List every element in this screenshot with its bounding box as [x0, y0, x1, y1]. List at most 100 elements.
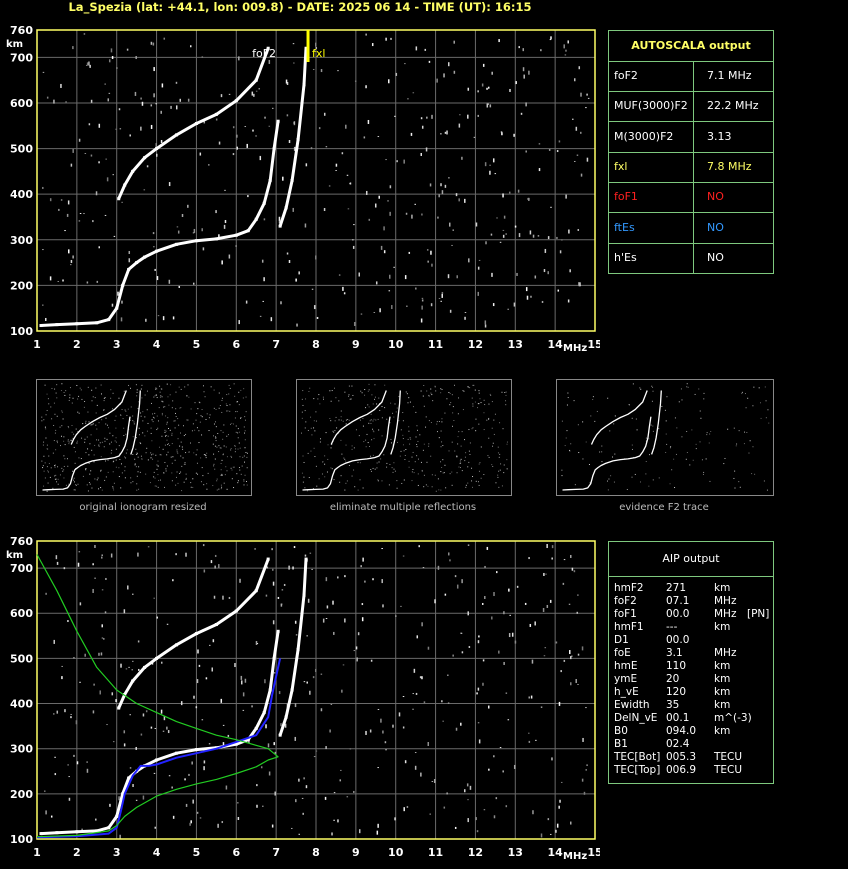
thumb-noise	[468, 461, 470, 463]
noise-dot	[218, 141, 221, 145]
thumb-noise	[430, 388, 432, 390]
noise-dot	[466, 783, 469, 787]
thumb-noise	[234, 451, 236, 453]
trace-point	[234, 99, 238, 103]
thumb-noise	[166, 465, 168, 467]
noise-dot	[486, 546, 489, 550]
noise-dot	[570, 656, 572, 660]
thumb-noise	[649, 454, 651, 456]
thumb-noise	[426, 461, 428, 463]
thumb-noise	[444, 412, 446, 414]
noise-dot	[213, 595, 216, 599]
noise-dot	[119, 128, 122, 130]
noise-dot	[419, 676, 422, 679]
thumb-noise	[582, 458, 584, 460]
thumb-noise	[124, 466, 126, 468]
noise-dot	[531, 659, 534, 664]
noise-dot	[421, 299, 424, 302]
thumb-noise	[159, 396, 161, 398]
thumb-noise	[118, 476, 120, 478]
thumb-noise	[243, 484, 245, 486]
thumb-noise	[745, 407, 747, 409]
noise-dot	[244, 126, 247, 128]
noise-dot	[464, 789, 466, 793]
thumb-noise	[152, 413, 154, 415]
aip-cell: MHz	[714, 608, 737, 620]
noise-dot	[333, 631, 335, 635]
thumb-noise	[46, 409, 48, 411]
noise-dot	[367, 119, 370, 124]
noise-dot	[403, 807, 405, 812]
thumb-noise	[75, 428, 77, 430]
thumb-noise	[661, 405, 663, 407]
noise-dot	[508, 633, 511, 638]
thumb-noise	[111, 449, 113, 451]
thumb-noise	[362, 417, 364, 419]
noise-dot	[340, 769, 342, 771]
thumb-noise	[240, 473, 242, 475]
autoscala-label-hes: h'Es	[614, 250, 637, 264]
noise-dot	[389, 185, 392, 189]
noise-dot	[395, 615, 397, 617]
noise-dot	[310, 147, 313, 150]
thumb-noise	[353, 469, 355, 471]
thumb-noise	[435, 390, 437, 392]
thumb-noise	[78, 457, 80, 459]
thumb-noise	[242, 397, 244, 399]
thumb-noise	[44, 426, 46, 428]
thumb-noise	[491, 427, 493, 429]
noise-dot	[394, 115, 396, 117]
noise-dot	[58, 208, 60, 211]
noise-dot	[205, 677, 208, 680]
thumb-noise	[357, 489, 359, 491]
noise-dot	[499, 747, 502, 749]
noise-dot	[361, 617, 364, 622]
noise-dot	[447, 674, 449, 676]
autoscala-label-fxl: fxl	[614, 159, 628, 173]
thumb-noise	[64, 444, 66, 446]
thumb-noise	[475, 418, 477, 420]
thumb-noise	[348, 464, 350, 466]
noise-dot	[549, 39, 552, 41]
aip-cell: km	[714, 686, 731, 698]
thumb-noise	[132, 481, 134, 483]
thumb-noise	[419, 434, 421, 436]
noise-dot	[152, 232, 155, 235]
thumb-noise	[301, 432, 303, 434]
noise-dot	[427, 646, 430, 650]
autoscala-label-muf3000f2: MUF(3000)F2	[614, 99, 688, 113]
thumb-noise	[405, 391, 407, 393]
noise-dot	[488, 768, 490, 771]
thumb-noise	[471, 486, 473, 488]
noise-dot	[543, 572, 545, 576]
trace-point	[290, 688, 294, 692]
noise-dot	[481, 83, 484, 87]
noise-dot	[475, 222, 478, 227]
thumb-noise	[747, 397, 749, 399]
thumb-noise	[169, 394, 171, 396]
noise-dot	[494, 173, 497, 175]
noise-dot	[524, 602, 527, 605]
thumb-noise	[218, 392, 220, 394]
thumb-noise	[676, 427, 678, 429]
noise-dot	[295, 278, 297, 282]
thumb-noise	[464, 456, 466, 458]
noise-dot	[44, 790, 46, 792]
aip-cell: km	[714, 725, 731, 737]
noise-dot	[390, 37, 392, 40]
thumb-noise	[465, 484, 467, 486]
noise-dot	[325, 746, 327, 750]
noise-dot	[356, 657, 358, 662]
thumb-noise	[506, 441, 508, 443]
noise-dot	[309, 690, 311, 695]
noise-dot	[558, 140, 561, 143]
noise-dot	[272, 581, 275, 586]
thumb-noise	[72, 397, 74, 399]
thumb-noise	[124, 409, 126, 411]
noise-dot	[101, 637, 104, 639]
noise-dot	[522, 67, 525, 72]
thumb-noise	[567, 397, 569, 399]
noise-dot	[112, 741, 115, 743]
thumb-noise	[315, 411, 317, 413]
thumb-noise	[468, 429, 470, 431]
